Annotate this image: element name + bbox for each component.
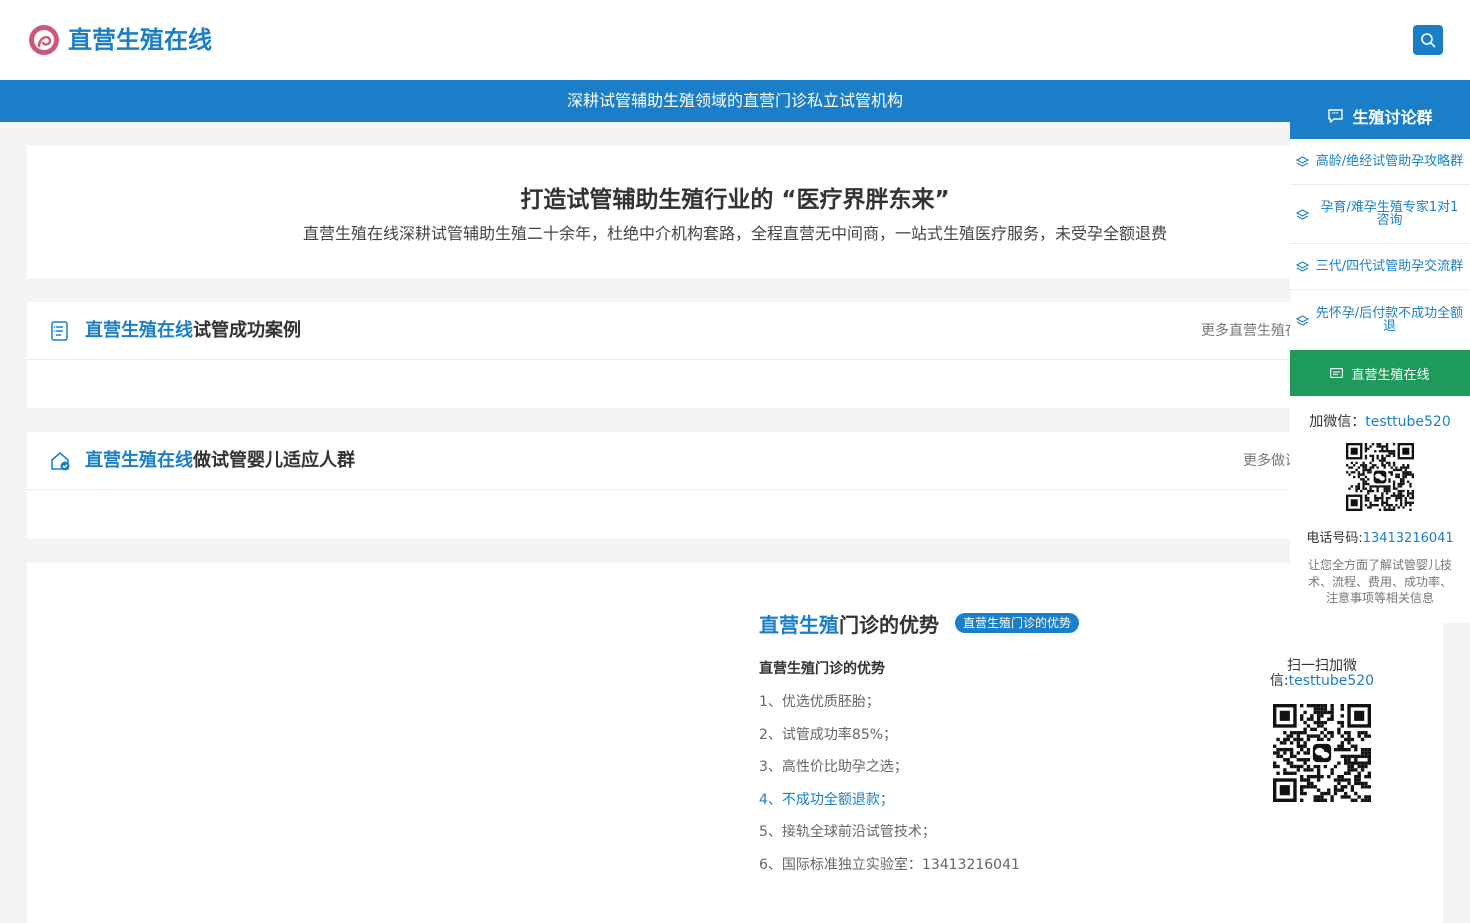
brand-name[interactable]: 直营生殖在线 bbox=[68, 24, 212, 56]
sidebar-title: 生殖讨论群 bbox=[1352, 107, 1433, 127]
scan-wechat-id: testtube520 bbox=[1288, 673, 1375, 689]
advantages-title-rest: 门诊的优势 bbox=[839, 613, 939, 637]
advantages-tag[interactable]: 直营生殖门诊的优势 bbox=[955, 613, 1080, 633]
sidebar-item-group-3[interactable]: 三代/四代试管助孕交流群 bbox=[1290, 244, 1470, 290]
site-header: 直营生殖在线 bbox=[0, 0, 1470, 80]
sidebar-qr-code bbox=[1346, 443, 1414, 511]
slogan-banner: 深耕试管辅助生殖领域的直营门诊私立试管机构 bbox=[0, 80, 1470, 122]
layers-icon bbox=[1296, 156, 1309, 167]
sidebar-item-label: 高龄/绝经试管助孕攻略群 bbox=[1315, 154, 1464, 169]
section-title: 直营生殖在线试管成功案例 bbox=[85, 318, 301, 344]
svg-text:"": "" bbox=[1332, 111, 1338, 118]
right-sidebar: "" 生殖讨论群 高龄/绝经试管助孕攻略群 孕育/难孕生殖专家1对1咨询 三代/… bbox=[1290, 92, 1470, 623]
list-item[interactable]: 3、高性价比助孕之选； bbox=[759, 756, 1020, 789]
scan-wechat-text: 扫一扫加微信:testtube520 bbox=[1257, 659, 1387, 689]
sidebar-item-group-1[interactable]: 高龄/绝经试管助孕攻略群 bbox=[1290, 139, 1470, 185]
wechat-id[interactable]: testtube520 bbox=[1365, 414, 1450, 430]
sidebar-note: 让您全方面了解试管婴儿技术、流程、费用、成功率、注意事项等相关信息 bbox=[1307, 558, 1452, 605]
advantages-list: 1、优选优质胚胎； 2、试管成功率85%； 3、高性价比助孕之选； 4、不成功全… bbox=[759, 691, 1020, 886]
more-link[interactable]: 更多直营生殖在 bbox=[1201, 322, 1299, 340]
list-item[interactable]: 6、国际标准独立实验室：13413216041 bbox=[759, 854, 1020, 887]
section-title-rest: 做试管婴儿适应人群 bbox=[193, 450, 355, 471]
wechat-qr-code bbox=[1273, 704, 1371, 802]
hero-card: 打造试管辅助生殖行业的 “医疗界胖东来” 直营生殖在线深耕试管辅助生殖二十余年，… bbox=[27, 146, 1443, 278]
home-check-icon bbox=[51, 452, 70, 471]
list-item[interactable]: 4、不成功全额退款； bbox=[759, 789, 1020, 822]
section-title-highlight: 直营生殖在线 bbox=[85, 320, 193, 341]
wechat-label: 加微信： bbox=[1309, 414, 1366, 430]
layers-icon bbox=[1296, 314, 1309, 326]
sidebar-item-label: 三代/四代试管助孕交流群 bbox=[1315, 259, 1464, 274]
search-button[interactable] bbox=[1413, 25, 1443, 55]
list-item[interactable]: 1、优选优质胚胎； bbox=[759, 691, 1020, 724]
phone-label: 电话号码: bbox=[1306, 531, 1363, 546]
section-title: 直营生殖在线做试管婴儿适应人群 bbox=[85, 448, 355, 474]
advantages-title-highlight: 直营生殖 bbox=[759, 613, 839, 637]
hero-subtitle: 直营生殖在线深耕试管辅助生殖二十余年，杜绝中介机构套路，全程直营无中间商，一站式… bbox=[302, 224, 1167, 243]
chat-bubble-icon: "" bbox=[1328, 108, 1344, 123]
online-consult-label: 直营生殖在线 bbox=[1351, 367, 1430, 383]
advantages-section: 直营生殖门诊的优势 直营生殖门诊的优势 直营生殖门诊的优势 1、优选优质胚胎； … bbox=[27, 563, 1443, 923]
search-icon bbox=[1421, 33, 1436, 48]
sidebar-item-label: 孕育/难孕生殖专家1对1咨询 bbox=[1320, 200, 1459, 228]
logo-icon[interactable] bbox=[28, 24, 60, 56]
section-title-rest: 试管成功案例 bbox=[193, 320, 301, 341]
layers-icon bbox=[1296, 208, 1309, 220]
sidebar-item-group-4[interactable]: 先怀孕/后付款不成功全额退 bbox=[1290, 290, 1470, 350]
hero-title: 打造试管辅助生殖行业的 “医疗界胖东来” bbox=[520, 187, 950, 213]
section-header: 直营生殖在线试管成功案例 更多直营生殖在 bbox=[27, 302, 1443, 360]
sidebar-item-group-2[interactable]: 孕育/难孕生殖专家1对1咨询 bbox=[1290, 185, 1470, 244]
sidebar-phone: 电话号码:13413216041 bbox=[1290, 527, 1470, 546]
document-list-icon bbox=[51, 321, 68, 341]
sidebar-item-label: 先怀孕/后付款不成功全额退 bbox=[1315, 306, 1464, 334]
section-title-highlight: 直营生殖在线 bbox=[85, 450, 193, 471]
section-header: 直营生殖在线做试管婴儿适应人群 更多做试 bbox=[27, 432, 1443, 490]
layers-icon bbox=[1296, 261, 1309, 272]
sidebar-wechat: 加微信：testtube520 bbox=[1290, 411, 1470, 431]
advantages-title: 直营生殖门诊的优势 bbox=[759, 611, 939, 639]
advantages-subtitle: 直营生殖门诊的优势 bbox=[759, 661, 885, 677]
message-card-icon bbox=[1330, 368, 1344, 378]
success-cases-section: 直营生殖在线试管成功案例 更多直营生殖在 bbox=[27, 302, 1443, 408]
phone-number[interactable]: 13413216041 bbox=[1363, 531, 1454, 546]
online-consult-button[interactable]: 直营生殖在线 bbox=[1290, 350, 1470, 396]
suitable-people-section: 直营生殖在线做试管婴儿适应人群 更多做试 bbox=[27, 432, 1443, 539]
list-item[interactable]: 2、试管成功率85%； bbox=[759, 724, 1020, 757]
sidebar-header: "" 生殖讨论群 bbox=[1290, 92, 1470, 139]
list-item[interactable]: 5、接轨全球前沿试管技术； bbox=[759, 821, 1020, 854]
